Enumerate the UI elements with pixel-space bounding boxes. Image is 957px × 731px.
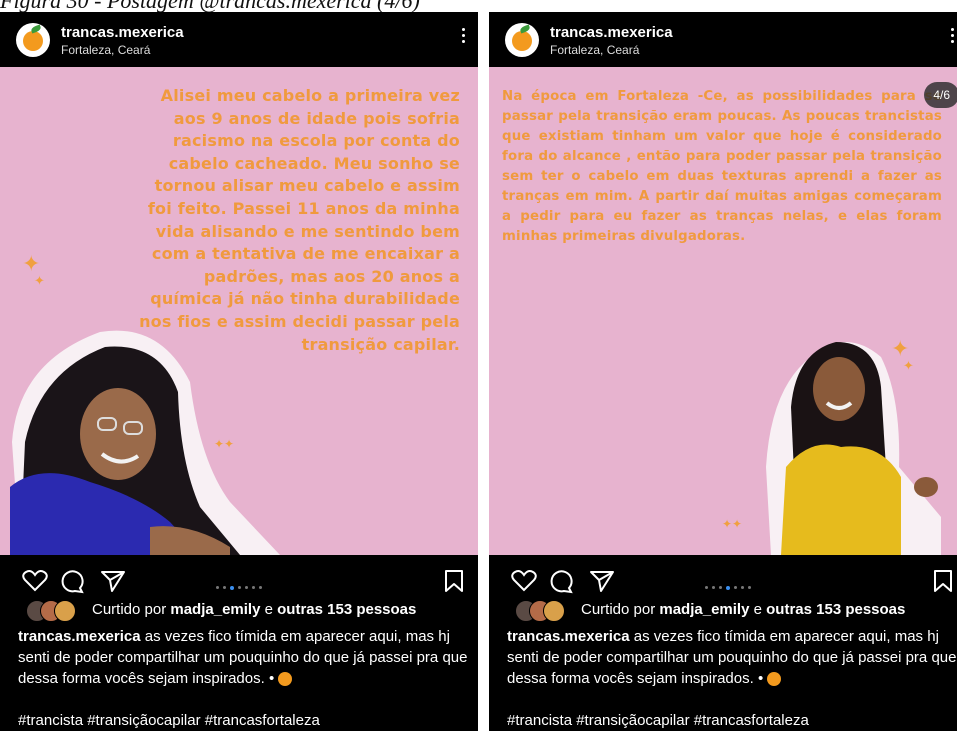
liker-avatars[interactable] [26,600,88,622]
instagram-post-left: trancas.mexerica Fortaleza, Ceará Alisei… [0,12,478,731]
caption-username[interactable]: trancas.mexerica [507,628,630,645]
liked-prefix: Curtido por [92,600,167,618]
post-location[interactable]: Fortaleza, Ceará [61,43,150,57]
liked-joiner: e [264,600,273,618]
liked-prefix: Curtido por [581,600,656,618]
post-header: trancas.mexerica Fortaleza, Ceará [489,12,957,67]
woman-photo [766,342,941,555]
post-image[interactable]: Na época em Fortaleza -Ce, as possibilid… [489,67,957,555]
image-text: Na época em Fortaleza -Ce, as possibilid… [502,89,942,244]
liked-joiner: e [753,600,762,618]
figure-caption-fragment: Figura 30 - Postagem @trancas.mexerica (… [0,0,957,12]
orange-emoji-icon [278,672,293,687]
comment-icon[interactable] [549,569,575,595]
heart-icon[interactable] [22,569,48,593]
share-icon[interactable] [589,569,615,593]
figure-caption: Figura 30 - Postagem @trancas.mexerica (… [0,0,420,12]
carousel-dots [703,579,753,590]
bookmark-icon[interactable] [933,569,953,593]
likes-line: Curtido por madja_emily e outras 153 pes… [515,600,905,624]
share-icon[interactable] [100,569,126,593]
image-text: Alisei meu cabelo a primeira vez aos 9 a… [139,86,460,354]
bookmark-icon[interactable] [444,569,464,593]
post-image[interactable]: Alisei meu cabelo a primeira vez aos 9 a… [0,67,478,555]
sparkle-icon: ✦✦ [22,251,45,288]
post-caption: trancas.mexerica as vezes fico tímida em… [507,626,957,689]
comment-icon[interactable] [60,569,86,595]
post-caption: trancas.mexerica as vezes fico tímida em… [18,626,473,689]
more-options-icon[interactable] [458,25,468,49]
post-hashtags[interactable]: #trancista #transiçãocapilar #trancasfor… [507,712,809,729]
liker-avatars[interactable] [515,600,577,622]
instagram-post-right: trancas.mexerica Fortaleza, Ceará Na épo… [489,12,957,731]
liked-user-link[interactable]: madja_emily [170,601,260,618]
orange-emoji-icon [767,672,782,687]
profile-avatar[interactable] [505,23,539,57]
sparkle-icon: ✦✦ [722,517,743,531]
post-location[interactable]: Fortaleza, Ceará [550,43,639,57]
post-username[interactable]: trancas.mexerica [550,24,673,41]
caption-username[interactable]: trancas.mexerica [18,628,141,645]
woman-photo [10,330,280,555]
post-divider [478,12,489,731]
post-header: trancas.mexerica Fortaleza, Ceará [0,12,478,67]
profile-avatar[interactable] [16,23,50,57]
carousel-dots [214,579,264,590]
more-options-icon[interactable] [947,25,957,49]
liked-user-link[interactable]: madja_emily [659,601,749,618]
liked-others-link[interactable]: outras 153 pessoas [766,601,905,618]
post-username[interactable]: trancas.mexerica [61,24,184,41]
heart-icon[interactable] [511,569,537,593]
carousel-counter: 4/6 [924,82,957,108]
likes-line: Curtido por madja_emily e outras 153 pes… [26,600,416,624]
post-hashtags[interactable]: #trancista #transiçãocapilar #trancasfor… [18,712,320,729]
liked-others-link[interactable]: outras 153 pessoas [277,601,416,618]
